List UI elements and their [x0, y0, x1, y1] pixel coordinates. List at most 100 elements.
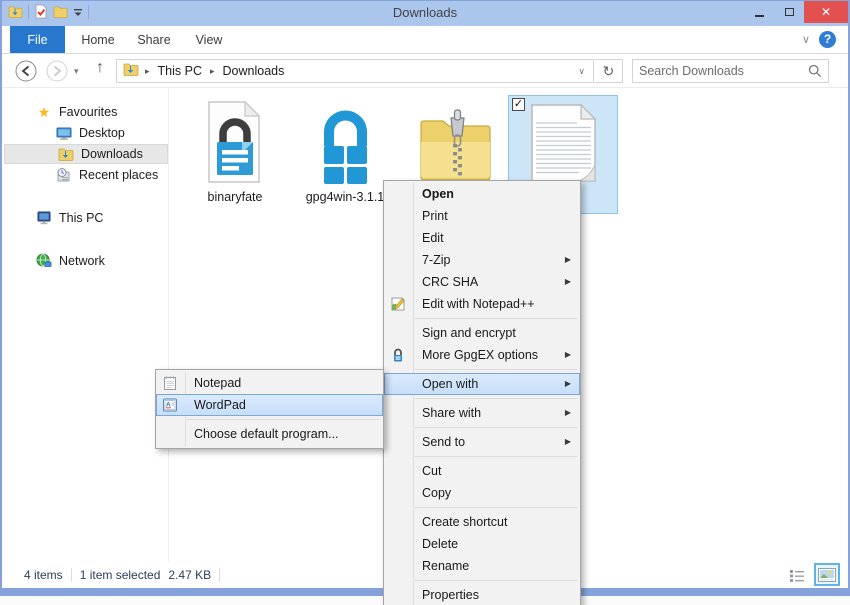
- menu-item-properties[interactable]: Properties: [384, 584, 580, 605]
- details-view-icon: [789, 568, 805, 582]
- address-folder-icon: [123, 62, 139, 80]
- refresh-button[interactable]: ↻: [595, 59, 623, 83]
- tab-share[interactable]: Share: [128, 26, 180, 53]
- submenu-item-notepad[interactable]: Notepad: [156, 372, 383, 394]
- submenu-arrow-icon: ▶: [565, 271, 571, 293]
- menu-separator: [415, 507, 577, 508]
- sidebar-label: Favourites: [59, 105, 117, 119]
- open-with-submenu: Notepad A WordPad Choose default program…: [155, 369, 384, 449]
- sidebar-label: Downloads: [81, 147, 143, 161]
- tab-view[interactable]: View: [184, 26, 234, 53]
- sidebar-item-recent-places[interactable]: Recent places: [2, 165, 168, 185]
- submenu-arrow-icon: ▶: [565, 373, 571, 395]
- menu-item-edit[interactable]: Edit: [384, 227, 580, 249]
- this-pc-icon: [36, 210, 52, 226]
- file-name: gpg4win-3.1.1: [293, 190, 397, 204]
- selection-size: 2.47 KB: [168, 568, 219, 582]
- menu-item-copy[interactable]: Copy: [384, 482, 580, 504]
- menu-item-crc-sha[interactable]: CRC SHA▶: [384, 271, 580, 293]
- view-toggles: [786, 565, 838, 584]
- menu-item-delete[interactable]: Delete: [384, 533, 580, 555]
- breadcrumb-this-pc[interactable]: This PC: [156, 64, 204, 78]
- file-gpg4win[interactable]: gpg4win-3.1.1: [293, 94, 397, 204]
- recent-locations-dropdown-icon[interactable]: ▾: [74, 66, 79, 77]
- window-title: Downloads: [2, 5, 848, 20]
- sidebar-item-network[interactable]: Network: [2, 251, 168, 271]
- back-button[interactable]: [15, 60, 37, 82]
- sidebar-item-desktop[interactable]: Desktop: [2, 123, 168, 143]
- downloads-folder-icon: [58, 146, 74, 162]
- sidebar-item-favourites[interactable]: ★ Favourites: [2, 102, 168, 122]
- sidebar-label: Network: [59, 254, 105, 268]
- submenu-arrow-icon: ▶: [565, 402, 571, 424]
- selection-checkbox[interactable]: ✓: [512, 98, 525, 111]
- breadcrumb-downloads[interactable]: Downloads: [221, 64, 287, 78]
- screen: Downloads ✕ File Home Share View ∨ ? ▾ ↑…: [0, 0, 850, 605]
- menu-item-more-gpgex-options[interactable]: More GpgEX options ▶: [384, 344, 580, 366]
- forward-button[interactable]: [46, 60, 68, 82]
- menu-separator: [415, 318, 577, 319]
- search-input[interactable]: [633, 64, 808, 78]
- minimize-button[interactable]: [744, 1, 774, 23]
- menu-item-sign-and-encrypt[interactable]: Sign and encrypt: [384, 322, 580, 344]
- search-box: [632, 59, 829, 83]
- sidebar-label: Recent places: [79, 168, 158, 182]
- file-binaryfate[interactable]: binaryfate: [183, 94, 287, 204]
- wordpad-app-icon: A: [162, 397, 178, 413]
- submenu-arrow-icon: ▶: [565, 431, 571, 453]
- menu-separator: [415, 369, 577, 370]
- menu-item-rename[interactable]: Rename: [384, 555, 580, 577]
- sidebar-label: Desktop: [79, 126, 125, 140]
- menu-item-7zip[interactable]: 7-Zip▶: [384, 249, 580, 271]
- submenu-item-wordpad[interactable]: A WordPad: [156, 394, 383, 416]
- sidebar-spacer: [2, 186, 168, 208]
- details-view-button[interactable]: [786, 565, 808, 584]
- sidebar-spacer: [2, 229, 168, 251]
- recent-places-icon: [56, 167, 72, 183]
- menu-item-edit-with-notepadpp[interactable]: Edit with Notepad++: [384, 293, 580, 315]
- favourites-star-icon: ★: [36, 104, 52, 120]
- submenu-item-choose-default-program[interactable]: Choose default program...: [156, 423, 383, 445]
- help-icon[interactable]: ?: [819, 31, 836, 48]
- menu-separator: [415, 456, 577, 457]
- menu-separator: [415, 427, 577, 428]
- network-icon: [36, 253, 52, 269]
- pgp-signed-document-icon: [183, 94, 287, 186]
- thumbnail-view-button[interactable]: [816, 565, 838, 584]
- up-button[interactable]: ↑: [96, 59, 104, 77]
- navigation-bar: ▾ ↑ ▸ This PC ▸ Downloads ∨ ↻: [2, 54, 848, 88]
- title-bar: Downloads ✕: [2, 1, 848, 26]
- breadcrumb-arrow-icon: ▸: [139, 66, 156, 77]
- menu-item-print[interactable]: Print: [384, 205, 580, 227]
- breadcrumb-arrow-icon: ▸: [204, 66, 221, 77]
- ribbon-tabs: File Home Share View ∨ ?: [2, 26, 848, 54]
- menu-item-create-shortcut[interactable]: Create shortcut: [384, 511, 580, 533]
- expand-ribbon-icon[interactable]: ∨: [802, 33, 810, 46]
- address-dropdown-icon[interactable]: ∨: [578, 66, 593, 77]
- submenu-arrow-icon: ▶: [565, 249, 571, 271]
- menu-item-open-with[interactable]: Open with▶: [384, 373, 580, 395]
- navigation-pane: ★ Favourites Desktop Downloads Recent pl…: [2, 88, 169, 562]
- maximize-icon: [785, 8, 794, 16]
- address-bar[interactable]: ▸ This PC ▸ Downloads ∨: [116, 59, 594, 83]
- file-name: binaryfate: [183, 190, 287, 204]
- search-icon[interactable]: [808, 64, 822, 78]
- close-button[interactable]: ✕: [804, 1, 848, 23]
- tab-file[interactable]: File: [10, 26, 65, 53]
- menu-item-share-with[interactable]: Share with▶: [384, 402, 580, 424]
- menu-separator: [415, 398, 577, 399]
- sidebar-item-this-pc[interactable]: This PC: [2, 208, 168, 228]
- menu-item-send-to[interactable]: Send to▶: [384, 431, 580, 453]
- sidebar-item-downloads[interactable]: Downloads: [4, 144, 168, 164]
- maximize-button[interactable]: [774, 1, 804, 23]
- tab-home[interactable]: Home: [72, 26, 124, 53]
- zip-folder-icon: [403, 94, 507, 186]
- menu-item-cut[interactable]: Cut: [384, 460, 580, 482]
- gpg4win-lock-icon: [293, 94, 397, 186]
- context-menu: Open Print Edit 7-Zip▶ CRC SHA▶ Edit wit…: [383, 180, 581, 605]
- items-count: 4 items: [2, 568, 71, 582]
- check-icon: ✓: [514, 98, 523, 110]
- file-zip-archive[interactable]: [403, 94, 507, 190]
- gpg-lock-icon: [390, 347, 406, 363]
- menu-item-open[interactable]: Open: [384, 183, 580, 205]
